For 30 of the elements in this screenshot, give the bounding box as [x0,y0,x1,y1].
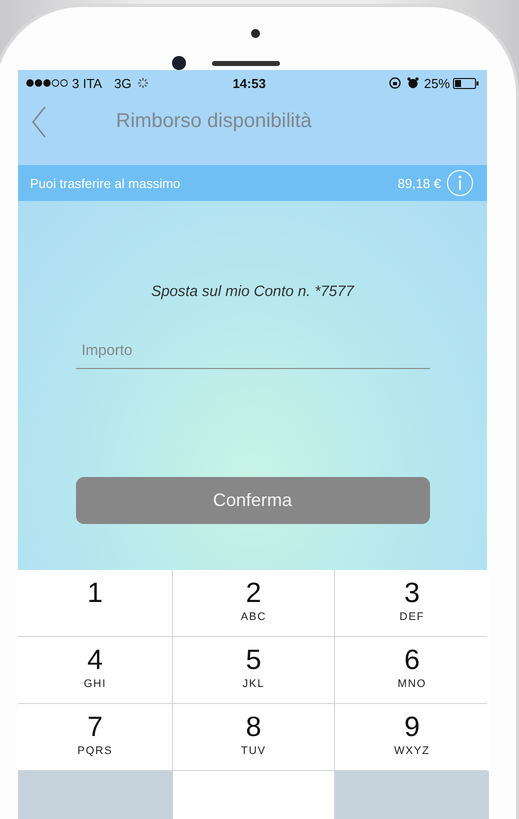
keypad-key[interactable]: 6 MNO [335,637,489,703]
camera-icon [172,56,186,70]
chevron-left-icon [32,106,46,138]
network-text: 3G [114,76,132,90]
max-transfer-amount: 89,18 € [398,176,441,190]
amount-input-field[interactable]: Importo [76,338,430,369]
max-transfer-label: Puoi trasferire al massimo [30,176,182,190]
info-button[interactable] [447,170,473,196]
destination-account-text: Sposta sul mio Conto n. *7577 [151,283,354,300]
carrier-text: 3 ITA [72,76,102,90]
info-icon [457,175,463,191]
alarm-icon [406,77,419,89]
signal-icon [26,79,70,87]
speaker-icon [212,60,280,66]
keypad-key[interactable]: 4 GHI [18,637,172,703]
keypad-key[interactable]: 3 DEF [335,570,489,636]
keypad-key[interactable]: 1 [18,570,172,636]
keypad-key[interactable] [173,771,334,819]
battery-percent: 25% [424,76,450,90]
sensor-icon [251,29,260,38]
keypad-key[interactable]: 7 PQRS [18,704,172,770]
keypad-key[interactable]: 9 WXYZ [335,704,489,770]
status-time: 14:53 [232,76,267,90]
activity-spinner-icon [137,77,150,89]
keypad-key[interactable]: 5 JKL [173,637,334,703]
battery-icon [453,78,479,88]
screen-title: Rimborso disponibilità [116,110,312,133]
rotation-lock-icon [388,77,401,89]
keypad-key[interactable]: 2 ABC [173,570,334,636]
keypad-key[interactable]: 8 TUV [173,704,334,770]
